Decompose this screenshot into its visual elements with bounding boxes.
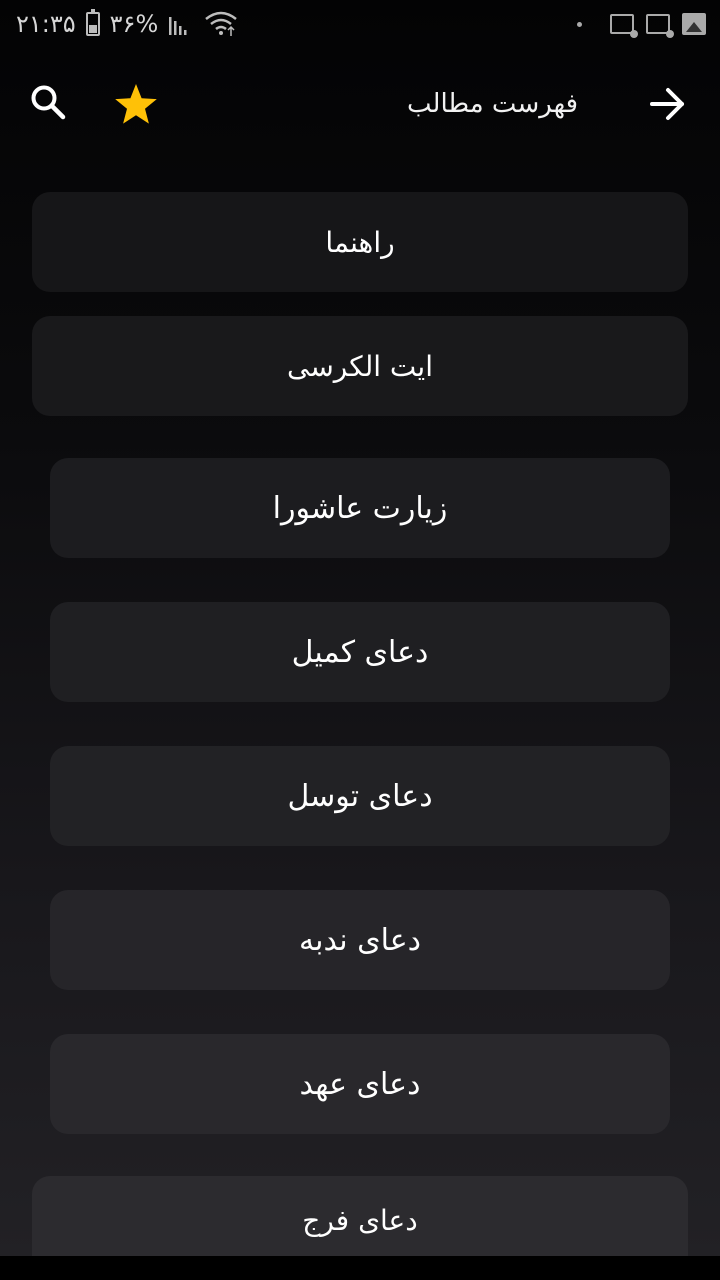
list-item[interactable]: دعای ندبه — [50, 890, 670, 990]
arrow-forward-icon — [650, 88, 684, 120]
list-item[interactable]: راهنما — [32, 192, 688, 292]
wifi-icon — [205, 11, 238, 36]
status-right — [577, 10, 706, 38]
list-item[interactable]: دعای فرج — [32, 1176, 688, 1256]
page-title: فهرست مطالب — [407, 89, 578, 119]
status-time: ۲۱:۳۵ — [16, 10, 76, 38]
screen-cast-icon — [646, 14, 674, 38]
favorites-button[interactable] — [110, 78, 162, 130]
list-item[interactable]: دعای کمیل — [50, 602, 670, 702]
list-item[interactable]: ایت الکرسی — [32, 316, 688, 416]
search-button[interactable] — [24, 78, 72, 126]
battery-percent: ۳۶% — [109, 10, 159, 38]
status-left: ۲۱:۳۵ ۳۶% — [16, 6, 238, 42]
signal-icon — [169, 17, 187, 35]
star-icon — [115, 84, 157, 124]
list-item[interactable]: دعای توسل — [50, 746, 670, 846]
screen: ۲۱:۳۵ ۳۶% فهرست مطالب راهنما ایت الکرسی … — [0, 0, 720, 1256]
image-notification-icon — [682, 13, 706, 35]
list-item[interactable]: زیارت عاشورا — [50, 458, 670, 558]
screen-cast-icon — [610, 14, 638, 38]
search-icon — [31, 85, 66, 120]
status-bar: ۲۱:۳۵ ۳۶% — [0, 0, 720, 48]
notification-dot-icon — [577, 21, 582, 27]
back-button[interactable] — [644, 80, 692, 128]
battery-icon — [85, 9, 100, 36]
app-bar: فهرست مطالب — [0, 60, 720, 148]
list-item[interactable]: دعای عهد — [50, 1034, 670, 1134]
